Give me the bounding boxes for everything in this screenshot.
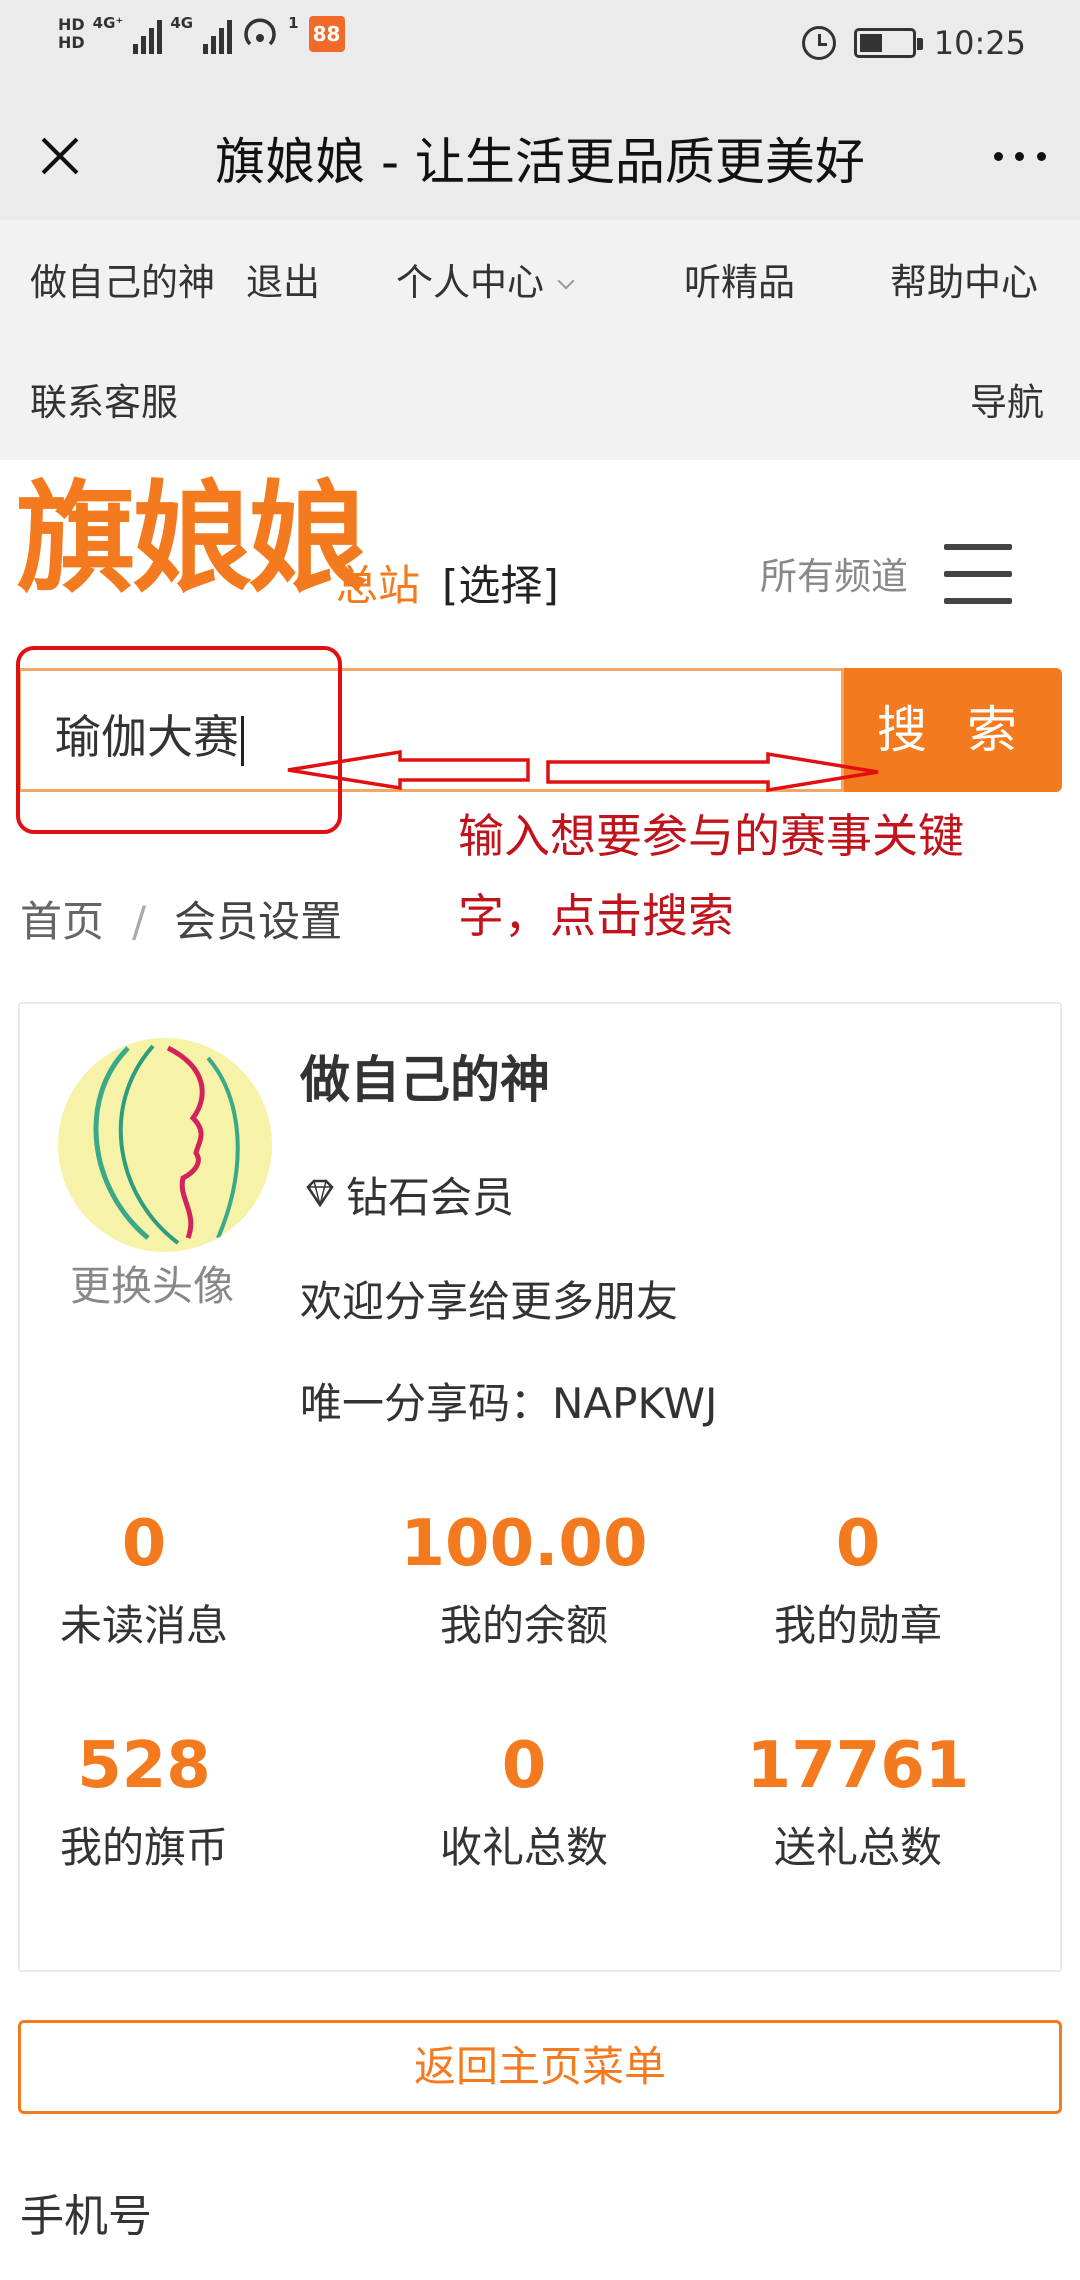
profile-card: 更换头像 做自己的神 钻石会员 欢迎分享给更多朋友 唯一分享码：NAPKWJ 0… <box>18 1002 1062 1972</box>
network-type-1: 4G⁺ <box>92 14 124 32</box>
status-time: 10:25 <box>933 24 1026 62</box>
change-avatar-link[interactable]: 更换头像 <box>70 1252 234 1312</box>
stat-value: 528 <box>77 1729 211 1803</box>
hotspot-count: 1 <box>288 14 299 32</box>
alarm-icon <box>801 26 836 60</box>
member-level-label: 钻石会员 <box>346 1173 515 1222</box>
app-notification-icon: 88 <box>308 16 345 52</box>
nav-help-center[interactable]: 帮助中心 <box>890 252 1038 306</box>
status-bar: HD HD 4G⁺ 4G 1 88 10:25 <box>0 0 1080 94</box>
stat-value: 100.00 <box>400 1507 648 1581</box>
avatar[interactable] <box>58 1038 272 1252</box>
nav-personal-center-label: 个人中心 <box>396 261 544 304</box>
hotspot-icon <box>244 18 276 46</box>
search-input-value: 瑜伽大赛 <box>55 710 239 764</box>
profile-username: 做自己的神 <box>300 1051 550 1109</box>
stat-value: 0 <box>835 1507 881 1581</box>
hd1-label: HD <box>58 15 85 34</box>
network-type-2: 4G <box>170 14 194 32</box>
station-label: 总站 <box>336 561 421 610</box>
signal-icon <box>133 14 163 54</box>
signal-icon-2 <box>203 14 233 54</box>
phone-field-label: 手机号 <box>20 2191 152 2242</box>
status-icons-left: HD HD 4G⁺ 4G 1 88 <box>58 14 345 54</box>
search-input[interactable]: 瑜伽大赛 <box>18 668 844 792</box>
share-code: 唯一分享码：NAPKWJ <box>300 1379 718 1428</box>
chevron-down-icon <box>557 272 575 290</box>
stat-label: 我的旗币 <box>59 1823 228 1872</box>
breadcrumb-home[interactable]: 首页 <box>20 897 104 946</box>
hd2-label: HD <box>58 33 85 52</box>
stat-label: 收礼总数 <box>439 1823 608 1872</box>
close-icon[interactable] <box>30 126 90 186</box>
nav-navigation[interactable]: 导航 <box>970 372 1044 426</box>
avatar-face-icon <box>93 1044 240 1245</box>
stat-coins[interactable]: 528 我的旗币 <box>0 1726 314 1875</box>
nav-logout[interactable]: 退出 <box>246 252 320 306</box>
diamond-icon <box>306 1179 334 1207</box>
text-cursor <box>241 715 244 766</box>
stat-value: 17761 <box>746 1729 970 1803</box>
back-to-home-menu-button[interactable]: 返回主页菜单 <box>18 2020 1062 2114</box>
all-channels-label[interactable]: 所有频道 <box>760 546 908 600</box>
breadcrumb-current: 会员设置 <box>174 897 343 946</box>
member-level: 钻石会员 <box>300 1164 514 1225</box>
stat-medals[interactable]: 0 我的勋章 <box>688 1504 1028 1653</box>
station-select-link[interactable]: [选择] <box>442 552 559 613</box>
nav-listen[interactable]: 听精品 <box>684 252 795 306</box>
annotation-text-line1: 输入想要参与的赛事关键 <box>458 809 964 863</box>
more-options-icon[interactable] <box>988 134 1052 178</box>
nav-personal-center[interactable]: 个人中心 <box>396 252 575 306</box>
battery-icon <box>853 28 923 58</box>
stat-label: 我的余额 <box>439 1601 608 1650</box>
menu-icon[interactable] <box>944 544 1012 604</box>
breadcrumb-separator: / <box>132 897 147 946</box>
stat-value: 0 <box>501 1729 547 1803</box>
annotation-text-line2: 字，点击搜索 <box>458 889 734 943</box>
stat-label: 未读消息 <box>59 1601 228 1650</box>
stat-value: 0 <box>121 1507 167 1581</box>
stat-gifts-sent[interactable]: 17761 送礼总数 <box>688 1726 1028 1875</box>
stat-label: 我的勋章 <box>773 1601 942 1650</box>
stat-label: 送礼总数 <box>773 1823 942 1872</box>
site-logo[interactable]: 旗娘娘 <box>16 470 368 610</box>
breadcrumb: 首页 / 会员设置 <box>20 888 342 949</box>
stat-balance[interactable]: 100.00 我的余额 <box>354 1504 694 1653</box>
stat-unread-messages[interactable]: 0 未读消息 <box>0 1504 314 1653</box>
site-header: 旗娘娘 总站 [选择] 所有频道 <box>0 460 1080 640</box>
nav-username[interactable]: 做自己的神 <box>30 252 215 306</box>
stat-gifts-received[interactable]: 0 收礼总数 <box>354 1726 694 1875</box>
page-title: 旗娘娘 - 让生活更品质更美好 <box>215 133 865 191</box>
top-nav: 做自己的神 退出 个人中心 听精品 帮助中心 联系客服 导航 <box>0 220 1080 460</box>
nav-contact-service[interactable]: 联系客服 <box>30 372 178 426</box>
search-button[interactable]: 搜 索 <box>844 668 1062 792</box>
status-icons-right: 10:25 <box>801 24 1026 62</box>
hd-indicators: HD HD <box>58 16 85 52</box>
welcome-text: 欢迎分享给更多朋友 <box>300 1277 679 1326</box>
browser-title-bar: 旗娘娘 - 让生活更品质更美好 <box>0 94 1080 220</box>
